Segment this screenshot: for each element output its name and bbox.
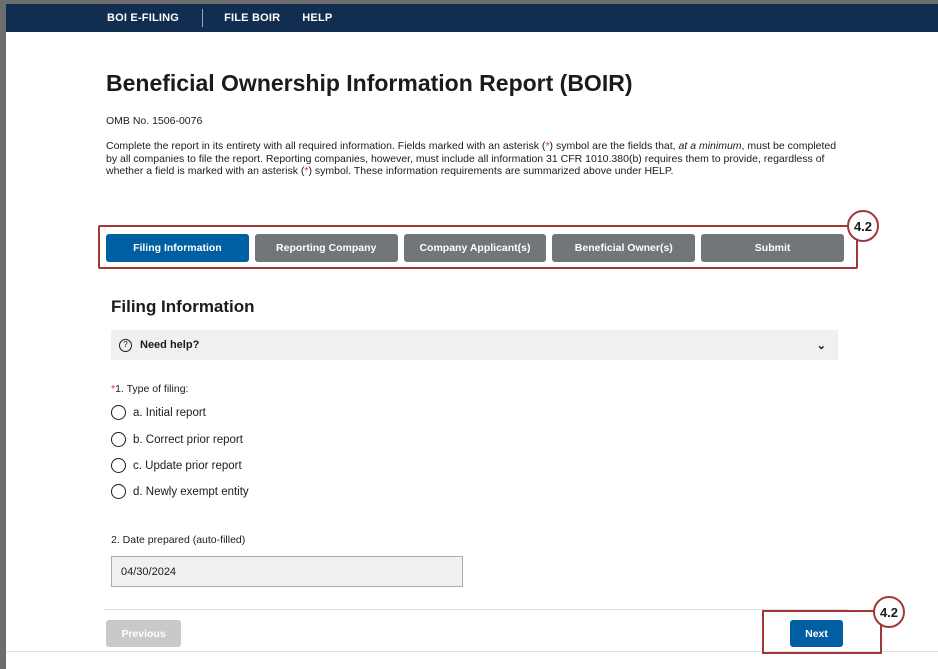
previous-button[interactable]: Previous [106,620,181,647]
radio-label: a. Initial report [133,406,206,419]
question-circle-icon: ? [119,338,132,352]
step-nav: Filing Information Reporting Company Com… [106,234,844,262]
nav-file-boir[interactable]: FILE BOIR [224,12,280,24]
form-divider [104,609,849,610]
need-help-label: Need help? [140,339,200,351]
omb-number: OMB No. 1506-0076 [106,115,203,127]
radio-option-newly-exempt-entity[interactable]: d. Newly exempt entity [111,484,249,499]
top-nav: BOI E-FILING FILE BOIR HELP [6,4,938,32]
date-prepared-field: 04/30/2024 [111,556,463,587]
step-submit[interactable]: Submit [701,234,844,262]
nav-help[interactable]: HELP [302,12,332,24]
chevron-down-icon: ⌄ [816,339,826,352]
radio-circle[interactable] [111,458,126,473]
filing-type-label-text: 1. Type of filing: [115,383,189,395]
radio-circle[interactable] [111,432,126,447]
step-filing-information[interactable]: Filing Information [106,234,249,262]
radio-circle[interactable] [111,484,126,499]
nav-boi-e-filing[interactable]: BOI E-FILING [107,12,179,24]
radio-option-correct-prior-report[interactable]: b. Correct prior report [111,432,243,447]
radio-label: d. Newly exempt entity [133,485,249,498]
radio-label: b. Correct prior report [133,433,243,446]
step-company-applicants[interactable]: Company Applicant(s) [403,234,547,262]
need-help-accordion[interactable]: ? Need help? ⌄ [111,330,838,360]
date-prepared-label: 2. Date prepared (auto-filled) [111,534,246,546]
step-reporting-company[interactable]: Reporting Company [254,234,398,262]
intro-text-1: Complete the report in its entirety with… [106,140,546,152]
callout-badge-bottom: 4.2 [873,596,905,628]
intro-paragraph: Complete the report in its entirety with… [106,140,846,178]
callout-badge-top: 4.2 [847,210,879,242]
intro-emphasis: at a minimum [678,140,742,152]
filing-type-label: *1. Type of filing: [111,383,188,395]
page-title: Beneficial Ownership Information Report … [106,70,633,96]
intro-text-4: ) symbol. These information requirements… [308,165,674,177]
intro-text-2: ) symbol are the fields that, [549,140,679,152]
radio-circle[interactable] [111,405,126,420]
next-button[interactable]: Next [790,620,843,647]
nav-separator [202,9,204,27]
radio-option-update-prior-report[interactable]: c. Update prior report [111,458,242,473]
radio-option-initial-report[interactable]: a. Initial report [111,405,206,420]
radio-label: c. Update prior report [133,459,242,472]
window-frame-left [0,0,6,669]
step-beneficial-owners[interactable]: Beneficial Owner(s) [552,234,696,262]
section-title: Filing Information [111,297,255,316]
